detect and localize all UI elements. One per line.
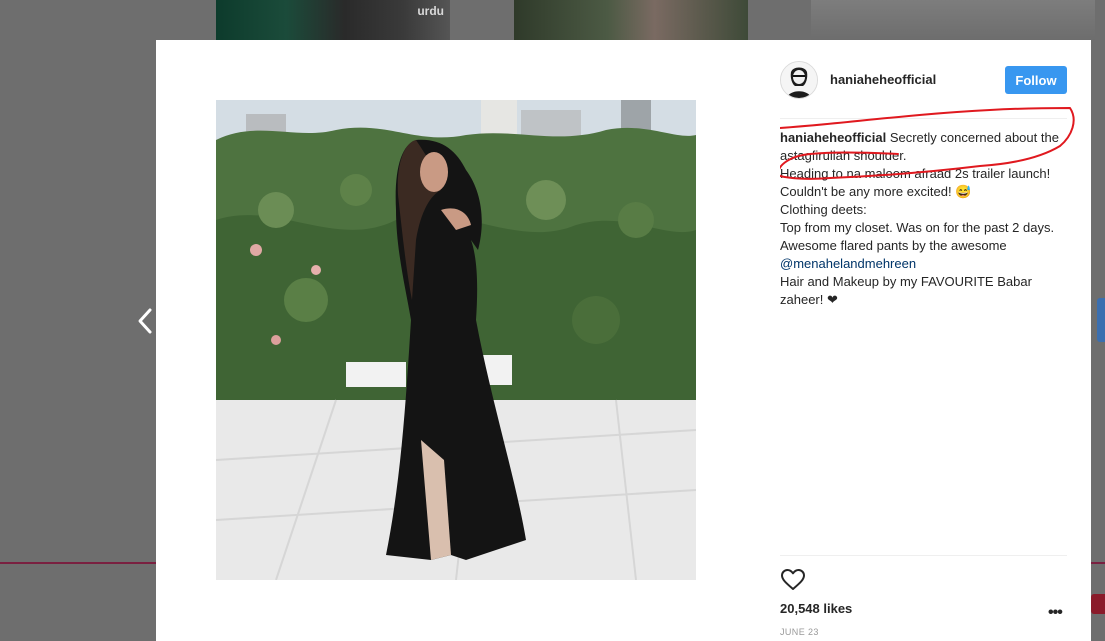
follow-button[interactable]: Follow: [1005, 66, 1067, 94]
post-date[interactable]: JUNE 23: [780, 627, 819, 637]
background-button-edge: [1091, 594, 1105, 614]
background-thumbnail: [811, 0, 1095, 40]
background-button-edge: [1097, 298, 1105, 342]
more-options-button[interactable]: •••: [1048, 604, 1063, 622]
background-divider: [0, 562, 156, 564]
caption-line: Hair and Makeup by my FAVOURITE Babar za…: [780, 274, 1032, 307]
background-thumbnail-text: urdu: [417, 4, 444, 18]
likes-count[interactable]: 20,548 likes: [780, 601, 852, 616]
caption-line: @menahelandmehreen: [780, 255, 1062, 273]
post-modal: haniaheheofficial Follow haniaheheoffici…: [156, 40, 1091, 641]
caption-username[interactable]: haniaheheofficial: [780, 130, 886, 145]
divider: [780, 555, 1067, 556]
caption-line: haniaheheofficial Secretly concerned abo…: [780, 129, 1062, 165]
mention-link[interactable]: @menahelandmehreen: [780, 256, 916, 271]
caption-line: Top from my closet. Was on for the past …: [780, 220, 1055, 235]
previous-post-button[interactable]: [134, 304, 156, 338]
caption-line: Awesome flared pants by the awesome: [780, 238, 1007, 253]
post-username[interactable]: haniaheheofficial: [830, 72, 936, 87]
post-photo[interactable]: [216, 100, 696, 580]
avatar[interactable]: [780, 61, 818, 99]
post-sidebar: haniaheheofficial Follow haniaheheoffici…: [780, 40, 1075, 641]
post-photo-illustration: [216, 100, 696, 580]
background-thumbnail: urdu: [216, 0, 450, 40]
divider: [780, 118, 1067, 119]
heart-outline-icon: [781, 569, 805, 590]
post-caption: haniaheheofficial Secretly concerned abo…: [780, 129, 1062, 309]
caption-line: Clothing deets:: [780, 202, 867, 217]
caption-line: Heading to na maloom afraad 2s trailer l…: [780, 166, 1051, 199]
like-button[interactable]: [780, 567, 806, 593]
chevron-left-icon: [138, 308, 152, 334]
post-header: haniaheheofficial Follow: [780, 61, 1067, 99]
avatar-illustration: [781, 62, 817, 98]
background-divider: [1091, 562, 1105, 564]
background-thumbnail: [514, 0, 748, 40]
